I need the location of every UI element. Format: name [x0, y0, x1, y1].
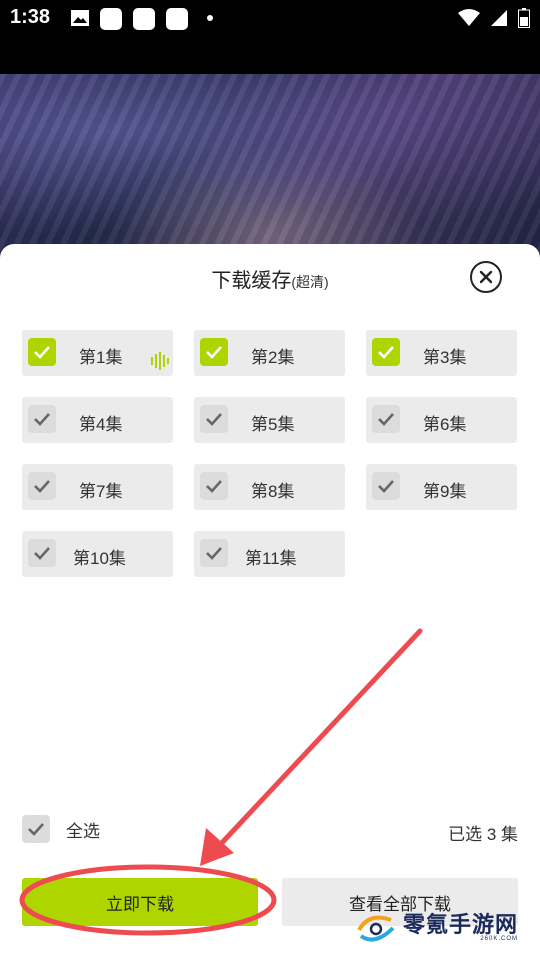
episode-item-2[interactable]: 第2集: [194, 330, 345, 376]
checkbox[interactable]: [372, 405, 400, 433]
episode-label: 第9集: [423, 482, 467, 501]
watermark-logo-icon: [357, 915, 395, 942]
status-time: 1:38: [10, 6, 51, 28]
check-icon: [34, 480, 50, 493]
check-icon: [206, 413, 222, 426]
episode-label: 第11集: [245, 549, 297, 568]
close-button[interactable]: [470, 261, 502, 293]
select-all-label: 全选: [66, 821, 100, 841]
checkbox[interactable]: [28, 539, 56, 567]
app-notification-icon: [166, 8, 188, 30]
more-notifications-icon: [207, 15, 213, 21]
video-player[interactable]: [0, 74, 540, 264]
check-icon: [34, 413, 50, 426]
check-icon: [206, 480, 222, 493]
episode-label: 第7集: [79, 482, 123, 501]
episode-item-5[interactable]: 第5集: [194, 397, 345, 443]
app-notification-icon: [133, 8, 155, 30]
wifi-icon: [458, 9, 480, 32]
watermark: 零氪手游网 260K.COM: [355, 910, 518, 946]
signal-icon: [490, 9, 508, 32]
checkbox[interactable]: [372, 472, 400, 500]
episode-item-11[interactable]: 第11集: [194, 531, 345, 577]
app-notification-icon: [100, 8, 122, 30]
check-icon: [206, 547, 222, 560]
episode-item-8[interactable]: 第8集: [194, 464, 345, 510]
episode-label: 第4集: [79, 415, 123, 434]
check-icon: [34, 346, 50, 359]
episode-label: 第1集: [79, 348, 123, 367]
checkbox[interactable]: [372, 338, 400, 366]
checkbox[interactable]: [200, 539, 228, 567]
checkbox[interactable]: [28, 472, 56, 500]
selected-count: 已选 3 集: [448, 825, 518, 844]
check-icon: [34, 547, 50, 560]
downloading-icon: [151, 352, 171, 375]
battery-icon: [518, 8, 530, 33]
episode-item-1[interactable]: 第1集: [22, 330, 173, 376]
episode-label: 第3集: [423, 348, 467, 367]
episode-label: 第10集: [73, 549, 126, 568]
image-icon: [70, 8, 90, 33]
checkbox[interactable]: [28, 338, 56, 366]
episode-label: 第2集: [251, 348, 295, 367]
quality-label: (超清): [291, 274, 329, 290]
download-now-button[interactable]: 立即下载: [22, 878, 258, 926]
watermark-text: 零氪手游网: [403, 912, 519, 937]
select-all-toggle[interactable]: 全选: [22, 815, 100, 843]
close-icon: [479, 270, 493, 284]
select-all-checkbox[interactable]: [22, 815, 50, 843]
download-sheet: 下载缓存(超清) 第1集 第2集 第3集 第4集 第5集 第6集 第7集 第8集…: [0, 244, 540, 960]
sheet-title: 下载缓存(超清): [0, 264, 540, 293]
sheet-title-text: 下载缓存: [211, 270, 292, 292]
checkbox[interactable]: [200, 472, 228, 500]
episode-label: 第5集: [251, 415, 295, 434]
episode-item-6[interactable]: 第6集: [366, 397, 517, 443]
check-icon: [378, 480, 394, 493]
check-icon: [378, 413, 394, 426]
checkbox[interactable]: [200, 338, 228, 366]
check-icon: [28, 823, 44, 836]
status-bar: 1:38: [0, 0, 540, 36]
checkbox[interactable]: [200, 405, 228, 433]
episode-item-10[interactable]: 第10集: [22, 531, 173, 577]
episode-item-7[interactable]: 第7集: [22, 464, 173, 510]
episode-item-4[interactable]: 第4集: [22, 397, 173, 443]
episode-label: 第6集: [423, 415, 467, 434]
episode-item-9[interactable]: 第9集: [366, 464, 517, 510]
episode-label: 第8集: [251, 482, 295, 501]
check-icon: [378, 346, 394, 359]
check-icon: [206, 346, 222, 359]
episode-item-3[interactable]: 第3集: [366, 330, 517, 376]
checkbox[interactable]: [28, 405, 56, 433]
